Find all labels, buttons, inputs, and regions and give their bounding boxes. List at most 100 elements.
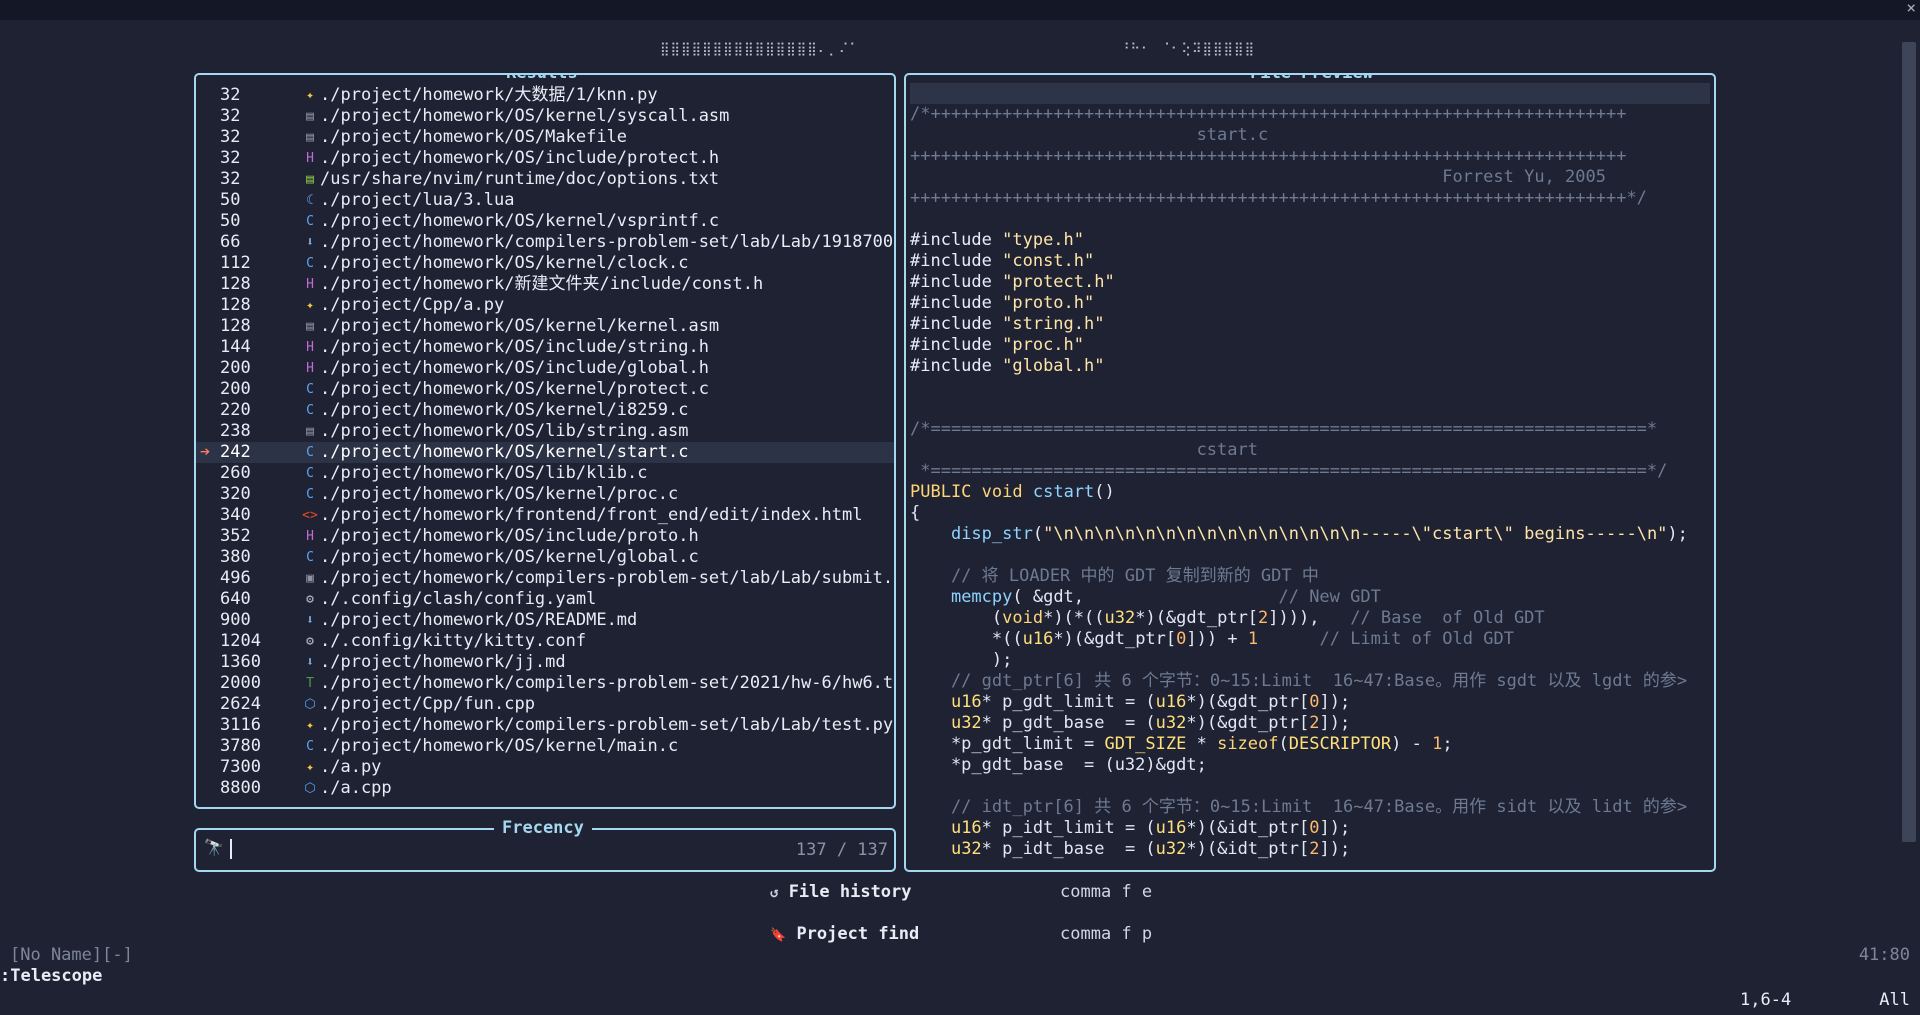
result-row[interactable]: 496 ▣ ./project/homework/compilers-problem… bbox=[196, 568, 894, 589]
project-find-shortcut: comma f p bbox=[1060, 924, 1153, 944]
result-row[interactable]: 640 ⚙ ./.config/clash/config.yaml bbox=[196, 589, 894, 610]
code-token: #include bbox=[910, 356, 1003, 376]
result-row[interactable]: 32 ▤ ./project/homework/OS/kernel/syscall.… bbox=[196, 106, 894, 127]
code-line: u32* p_gdt_base = (u32*)(&gdt_ptr[2]); bbox=[910, 713, 1710, 734]
result-row[interactable]: 3780 C ./project/homework/OS/kernel/main.c bbox=[196, 736, 894, 757]
result-row[interactable]: 2000 T ./project/homework/compilers-proble… bbox=[196, 673, 894, 694]
code-token: u32 bbox=[1104, 608, 1136, 628]
editor-scrollbar[interactable] bbox=[1902, 42, 1916, 842]
file-history-button[interactable]: ↺ File history bbox=[770, 882, 912, 902]
code-token: ++++++++++++++++++++++++++++++++++++++++… bbox=[910, 146, 1627, 166]
code-line: memcpy( &gdt, // New GDT bbox=[910, 587, 1710, 608]
code-line: *p_gdt_base = (u32)&gdt; bbox=[910, 755, 1710, 776]
code-token: #include bbox=[910, 230, 1003, 250]
file-path: ./.config/kitty/kitty.conf bbox=[320, 631, 587, 651]
code-line: u32* p_idt_base = (u32*)(&idt_ptr[2]); bbox=[910, 839, 1710, 860]
frecency-score: 238 bbox=[220, 421, 251, 441]
result-row[interactable]: 900 ⬇ ./project/homework/OS/README.md bbox=[196, 610, 894, 631]
code-token: * p_idt_limit = ( bbox=[981, 818, 1156, 838]
code-token: // Limit of Old GDT bbox=[1319, 629, 1514, 649]
result-row[interactable]: 220 C ./project/homework/OS/kernel/i8259.c bbox=[196, 400, 894, 421]
asm-file-icon: ▤ bbox=[306, 319, 314, 334]
result-count: 137 / 137 bbox=[795, 840, 888, 860]
file-path: ./project/homework/OS/lib/string.asm bbox=[320, 421, 689, 441]
result-row[interactable]: 260 C ./project/homework/OS/lib/klib.c bbox=[196, 463, 894, 484]
code-line: /*======================================… bbox=[910, 419, 1710, 440]
result-row[interactable]: 32 ✦ ./project/homework/大数据/1/knn.py bbox=[196, 85, 894, 106]
c-file-icon: C bbox=[306, 487, 314, 502]
result-row[interactable]: 238 ▤ ./project/homework/OS/lib/string.asm bbox=[196, 421, 894, 442]
file-path: ./project/homework/OS/include/proto.h bbox=[320, 526, 699, 546]
lua-file-icon: ☾ bbox=[306, 193, 314, 208]
result-row[interactable]: 144 H ./project/homework/OS/include/string… bbox=[196, 337, 894, 358]
bookmark-icon: 🔖 bbox=[770, 928, 787, 943]
code-token: 2 bbox=[1258, 608, 1269, 628]
result-row[interactable]: 7300 ✦ ./a.py bbox=[196, 757, 894, 778]
code-line: *p_gdt_limit = GDT_SIZE * sizeof(DESCRIP… bbox=[910, 734, 1710, 755]
code-token: *)(&gdt_ptr[ bbox=[1053, 629, 1177, 649]
file-path: ./project/homework/OS/kernel/protect.c bbox=[320, 379, 709, 399]
frecency-score: 7300 bbox=[220, 757, 261, 777]
header-file-icon: H bbox=[306, 361, 314, 376]
close-icon[interactable]: × bbox=[1906, 0, 1916, 17]
code-line: cstart bbox=[910, 440, 1710, 461]
code-token: *)(&gdt_ptr[ bbox=[1186, 692, 1310, 712]
result-row[interactable]: 320 C ./project/homework/OS/kernel/proc.c bbox=[196, 484, 894, 505]
frecency-score: 900 bbox=[220, 610, 251, 630]
result-row[interactable]: 1360 ⬇ ./project/homework/jj.md bbox=[196, 652, 894, 673]
text-cursor bbox=[230, 839, 232, 859]
frecency-score: 66 bbox=[220, 232, 241, 252]
code-line bbox=[910, 83, 1710, 104]
result-row[interactable]: 32 ▤ ./project/homework/OS/Makefile bbox=[196, 127, 894, 148]
result-row[interactable]: 200 C ./project/homework/OS/kernel/protect… bbox=[196, 379, 894, 400]
result-row[interactable]: 32 ▤ /usr/share/nvim/runtime/doc/options.t… bbox=[196, 169, 894, 190]
config-file-icon: ⚙ bbox=[306, 634, 314, 649]
result-row[interactable]: 128 H ./project/homework/新建文件夹/include/con… bbox=[196, 274, 894, 295]
ruler: 1,6-4 bbox=[1740, 990, 1792, 1010]
result-row[interactable]: 8800 ⬡ ./a.cpp bbox=[196, 778, 894, 799]
result-row[interactable]: 50 C ./project/homework/OS/kernel/vsprintf… bbox=[196, 211, 894, 232]
result-row[interactable]: 352 H ./project/homework/OS/include/proto.… bbox=[196, 526, 894, 547]
result-row[interactable]: ➔ 242 C ./project/homework/OS/kernel/start.… bbox=[196, 442, 894, 463]
code-token: ) - bbox=[1391, 734, 1433, 754]
file-path: ./project/homework/OS/lib/klib.c bbox=[320, 463, 648, 483]
result-row[interactable]: 1204 ⚙ ./.config/kitty/kitty.conf bbox=[196, 631, 894, 652]
code-token: #include bbox=[910, 314, 1003, 334]
code-token: ]); bbox=[1319, 839, 1351, 859]
c-file-icon: C bbox=[306, 739, 314, 754]
text-file-icon: ▤ bbox=[306, 172, 314, 187]
cpp-file-icon: ⬡ bbox=[304, 697, 316, 712]
command-line[interactable]: :Telescope bbox=[0, 966, 102, 986]
frecency-score: 496 bbox=[220, 568, 251, 588]
result-row[interactable]: 128 ▤ ./project/homework/OS/kernel/kernel.… bbox=[196, 316, 894, 337]
result-row[interactable]: 340 <> ./project/homework/frontend/front_e… bbox=[196, 505, 894, 526]
file-path: ./project/homework/jj.md bbox=[320, 652, 566, 672]
code-line: start.c bbox=[910, 125, 1710, 146]
result-row[interactable]: 50 ☾ ./project/lua/3.lua bbox=[196, 190, 894, 211]
code-line: // 将 LOADER 中的 GDT 复制到新的 GDT 中 bbox=[910, 566, 1710, 587]
result-row[interactable]: 128 ✦ ./project/Cpp/a.py bbox=[196, 295, 894, 316]
frecency-score: 128 bbox=[220, 295, 251, 315]
code-token: 0 bbox=[1176, 629, 1187, 649]
frecency-score: 128 bbox=[220, 274, 251, 294]
file-path: ./project/homework/OS/include/string.h bbox=[320, 337, 709, 357]
prompt-panel: Frecency 🔭 137 / 137 bbox=[194, 817, 896, 872]
result-row[interactable]: 32 H ./project/homework/OS/include/protect… bbox=[196, 148, 894, 169]
result-row[interactable]: 66 ⬇ ./project/homework/compilers-problem-… bbox=[196, 232, 894, 253]
result-row[interactable]: 200 H ./project/homework/OS/include/global… bbox=[196, 358, 894, 379]
code-token: void bbox=[981, 482, 1023, 502]
code-token: 0 bbox=[1309, 692, 1320, 712]
code-token: // 将 LOADER 中的 GDT 复制到新的 GDT 中 bbox=[910, 566, 1319, 586]
result-row[interactable]: 3116 ✦ ./project/homework/compilers-proble… bbox=[196, 715, 894, 736]
search-input[interactable] bbox=[228, 836, 708, 860]
result-row[interactable]: 380 C ./project/homework/OS/kernel/global.… bbox=[196, 547, 894, 568]
code-line: ); bbox=[910, 650, 1710, 671]
project-find-button[interactable]: 🔖 Project find bbox=[770, 924, 919, 944]
result-row[interactable]: 2624 ⬡ ./project/Cpp/fun.cpp bbox=[196, 694, 894, 715]
file-path: ./project/Cpp/a.py bbox=[320, 295, 505, 315]
code-token: /*++++++++++++++++++++++++++++++++++++++… bbox=[910, 104, 1627, 124]
frecency-score: 128 bbox=[220, 316, 251, 336]
result-row[interactable]: 112 C ./project/homework/OS/kernel/clock.c bbox=[196, 253, 894, 274]
